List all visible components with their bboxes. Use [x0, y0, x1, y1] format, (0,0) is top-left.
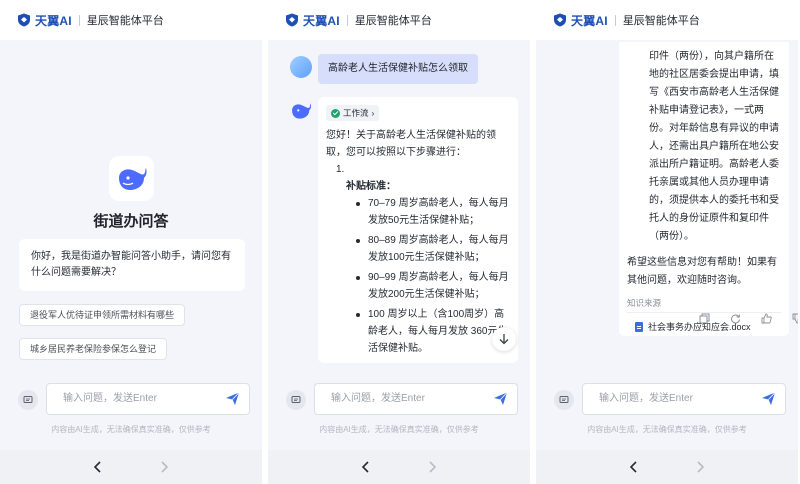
list-item: 80–89 周岁高龄老人，每人每月发放100元生活保健补贴；	[326, 232, 510, 266]
scroll-down-button[interactable]	[492, 327, 516, 351]
back-arrow-icon[interactable]	[358, 459, 374, 475]
platform-name: 星辰智能体平台	[622, 15, 700, 27]
forward-arrow-icon[interactable]	[424, 459, 440, 475]
brand-divider	[78, 14, 80, 26]
greeting-message: 你好，我是街道办智能问答小助手，请问您有什么问题需要解决？	[19, 239, 245, 291]
answer-closing: 希望这些信息对您有帮助！如果有其他问题，欢迎随时咨询。	[627, 257, 777, 286]
disclaimer-text: 内容由AI生成，无法确保真实准确，仅供参考	[319, 425, 479, 434]
screen-answer-end: 天翼AI 星辰智能体平台 印件（两份），向其户籍所在地的社区居委会提出申请，填写…	[536, 0, 798, 484]
send-icon[interactable]	[225, 391, 240, 406]
list-item: 70–79 周岁高龄老人，每人每月发放50元生活保健补贴；	[326, 195, 510, 229]
answer-actions	[699, 313, 798, 324]
shield-logo-icon	[18, 13, 30, 27]
bottom-nav	[536, 450, 798, 484]
user-avatar	[290, 56, 312, 78]
suggestion-chip[interactable]: 城乡居民养老保险参保怎么登记	[19, 338, 168, 360]
check-circle-icon	[331, 108, 340, 118]
disclaimer-text: 内容由AI生成，无法确保真实准确，仅供参考	[587, 425, 747, 434]
platform-name: 星辰智能体平台	[354, 15, 432, 27]
answer-continued: 印件（两份），向其户籍所在地的社区居委会提出申请，填写《西安市高龄老人生活保健补…	[649, 51, 779, 242]
disclaimer-text: 内容由AI生成，无法确保真实准确，仅供参考	[51, 425, 211, 434]
screen-answer: 天翼AI 星辰智能体平台 高龄老人生活保健补贴怎么领取 工作流 › 您好！关于高…	[268, 0, 530, 484]
thumbs-down-icon[interactable]	[792, 313, 798, 324]
copy-icon[interactable]	[699, 313, 710, 324]
assistant-answer-card: 工作流 › 您好！关于高龄老人生活保健补贴的领取，您可以按照以下步骤进行： 1.…	[318, 97, 518, 363]
answer-intro: 您好！关于高龄老人生活保健补贴的领取，您可以按照以下步骤进行：	[326, 130, 496, 158]
message-icon[interactable]	[18, 390, 38, 410]
document-icon	[635, 321, 643, 332]
workflow-tag-label: 工作流	[343, 108, 369, 118]
assistant-whale-icon	[292, 103, 312, 119]
list-item: 100 周岁以上（含100周岁）高龄老人，每人每月发放 360元生活保健补贴。	[326, 306, 510, 357]
platform-name: 星辰智能体平台	[86, 15, 164, 27]
thumbs-up-icon[interactable]	[761, 313, 772, 324]
forward-arrow-icon[interactable]	[156, 459, 172, 475]
user-question-bubble: 高龄老人生活保健补贴怎么领取	[318, 54, 478, 84]
assistant-title: 街道办问答	[93, 213, 169, 230]
back-arrow-icon[interactable]	[90, 459, 106, 475]
input-bar: 输入问题，发送Enter	[18, 383, 250, 415]
assistant-answer-card: 印件（两份），向其户籍所在地的社区居委会提出申请，填写《西安市高龄老人生活保健补…	[619, 42, 798, 336]
input-bar: 输入问题，发送Enter	[286, 383, 518, 415]
send-icon[interactable]	[761, 391, 776, 406]
screens-container: 天翼AI 星辰智能体平台 街道办问答 你好，我是街道办智能问答小助手，请问您有什…	[0, 0, 800, 484]
screen-welcome: 天翼AI 星辰智能体平台 街道办问答 你好，我是街道办智能问答小助手，请问您有什…	[0, 0, 262, 484]
top-bar: 天翼AI 星辰智能体平台	[0, 0, 262, 40]
input-bar: 输入问题，发送Enter	[554, 383, 786, 415]
bottom-nav	[268, 450, 530, 484]
brand-name: 天翼AI	[303, 13, 340, 28]
brand-name: 天翼AI	[35, 13, 72, 28]
message-icon[interactable]	[286, 390, 306, 410]
back-arrow-icon[interactable]	[626, 459, 642, 475]
suggestion-chip[interactable]: 退役军人优待证申领所需材料有哪些	[19, 304, 186, 326]
top-bar: 天翼AI 星辰智能体平台	[536, 0, 798, 40]
step-number: 2.	[326, 360, 510, 363]
knowledge-source-label: 知识来源	[627, 297, 781, 313]
question-input[interactable]: 输入问题，发送Enter	[46, 383, 250, 415]
chevron-right-icon: ›	[371, 108, 375, 118]
question-input[interactable]: 输入问题，发送Enter	[314, 383, 518, 415]
forward-arrow-icon[interactable]	[692, 459, 708, 475]
list-item: 90–99 周岁高龄老人，每人每月发放200元生活保健补贴；	[326, 269, 510, 303]
bottom-nav	[0, 450, 262, 484]
shield-logo-icon	[554, 13, 566, 27]
brand-divider	[346, 14, 348, 26]
brand-name: 天翼AI	[571, 13, 608, 28]
send-icon[interactable]	[493, 391, 508, 406]
workflow-tag[interactable]: 工作流 ›	[326, 105, 380, 121]
question-input[interactable]: 输入问题，发送Enter	[582, 383, 786, 415]
brand-divider	[614, 14, 616, 26]
top-bar: 天翼AI 星辰智能体平台	[268, 0, 530, 40]
regenerate-icon[interactable]	[730, 313, 741, 324]
message-icon[interactable]	[554, 390, 574, 410]
step-title: 补贴标准：	[346, 181, 396, 192]
step-number: 1.	[336, 164, 345, 175]
shield-logo-icon	[286, 13, 298, 27]
assistant-whale-icon	[109, 156, 154, 201]
